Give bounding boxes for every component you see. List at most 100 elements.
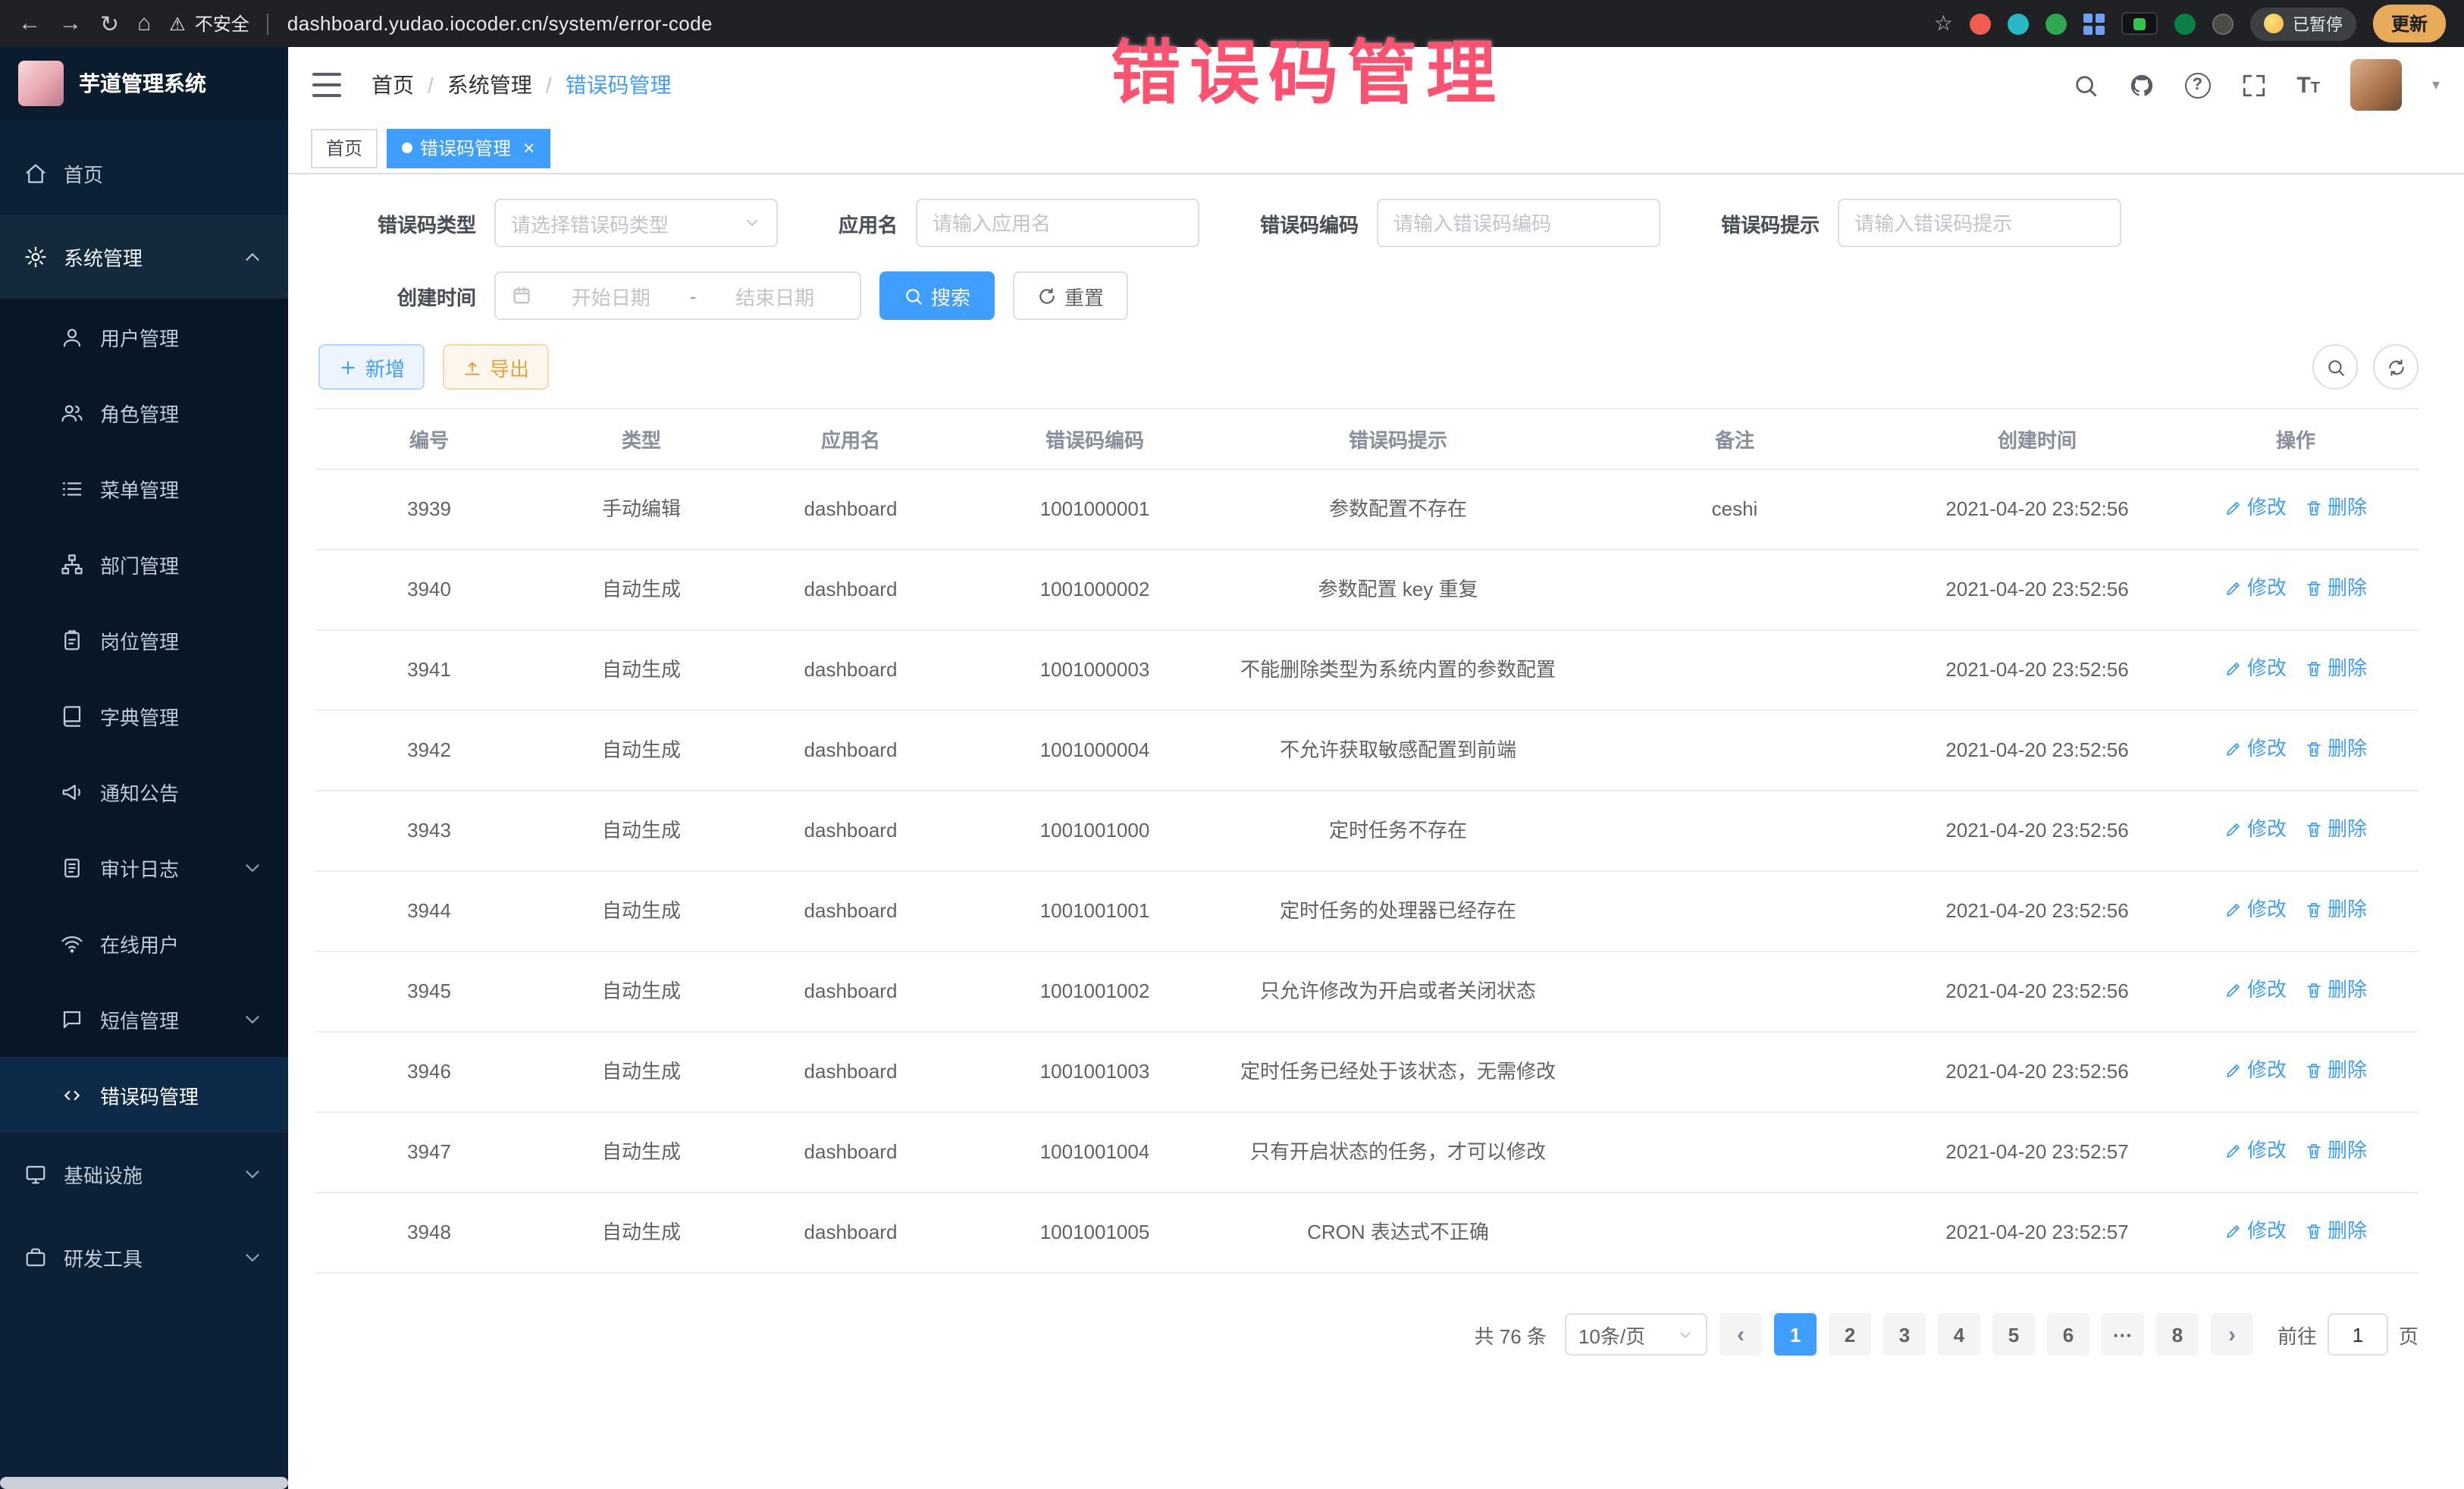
sidebar-scrollbar[interactable] [0, 1477, 288, 1489]
sidebar-item-roles[interactable]: 角色管理 [0, 375, 288, 450]
sidebar-item-audit-log[interactable]: 审计日志 [0, 829, 288, 905]
extension-badge-icon[interactable] [2121, 12, 2158, 35]
delete-link[interactable]: 删除 [2305, 895, 2367, 925]
address-bar[interactable]: dashboard.yudao.iocoder.cn/system/error-… [287, 12, 713, 35]
goto-page-input[interactable] [2328, 1313, 2388, 1356]
reload-icon[interactable]: ↻ [100, 10, 119, 37]
bookmark-star-icon[interactable]: ☆ [1934, 11, 1953, 36]
edit-link[interactable]: 修改 [2224, 814, 2287, 845]
edit-link[interactable]: 修改 [2224, 1055, 2287, 1086]
extension-icon[interactable] [2174, 13, 2196, 34]
sidebar-item-home[interactable]: 首页 [0, 132, 288, 215]
cell-id: 3947 [315, 1112, 543, 1193]
sidebar-item-dictionary[interactable]: 字典管理 [0, 678, 288, 754]
filter-label: 创建时间 [331, 281, 476, 310]
search-icon [904, 286, 923, 306]
page-button[interactable]: 1 [1774, 1313, 1817, 1356]
sidebar-item-users[interactable]: 用户管理 [0, 299, 288, 375]
pencil-icon [2224, 820, 2243, 839]
column-header: 错误码编码 [961, 409, 1228, 469]
cell-remark [1568, 791, 1901, 871]
fullscreen-icon[interactable] [2240, 72, 2266, 98]
cell-id: 3948 [315, 1193, 543, 1273]
add-button[interactable]: 新增 [318, 344, 425, 390]
error-type-select[interactable]: 请选择错误码类型 [494, 199, 778, 247]
search-button[interactable]: 搜索 [879, 271, 995, 320]
edit-link[interactable]: 修改 [2224, 573, 2287, 603]
edit-link[interactable]: 修改 [2224, 1216, 2287, 1246]
page-button[interactable]: 6 [2047, 1313, 2089, 1356]
export-button[interactable]: 导出 [443, 344, 549, 390]
error-hint-input[interactable] [1838, 199, 2121, 247]
delete-link[interactable]: 删除 [2305, 1216, 2367, 1246]
edit-link[interactable]: 修改 [2224, 734, 2287, 764]
breadcrumb-home[interactable]: 首页 [371, 70, 414, 100]
edit-link[interactable]: 修改 [2224, 1136, 2287, 1166]
sidebar-item-posts[interactable]: 岗位管理 [0, 602, 288, 678]
page-button[interactable]: 3 [1883, 1313, 1926, 1356]
delete-link[interactable]: 删除 [2305, 975, 2367, 1005]
page-button[interactable]: 5 [1992, 1313, 2035, 1356]
sidebar-item-infrastructure[interactable]: 基础设施 [0, 1133, 288, 1216]
tab-error-code[interactable]: 错误码管理 × [387, 128, 550, 168]
refresh-table-button[interactable] [2373, 344, 2419, 390]
back-icon[interactable]: ← [18, 11, 41, 36]
delete-link[interactable]: 删除 [2305, 654, 2367, 684]
reset-button[interactable]: 重置 [1013, 271, 1128, 320]
sidebar-item-system[interactable]: 系统管理 [0, 215, 288, 299]
error-code-input[interactable] [1377, 199, 1660, 247]
paused-badge[interactable]: 已暂停 [2250, 7, 2356, 40]
delete-link[interactable]: 删除 [2305, 573, 2367, 603]
date-range-picker[interactable]: 开始日期 - 结束日期 [494, 271, 861, 320]
extension-grid-icon[interactable] [2083, 13, 2105, 34]
sidebar-item-menus[interactable]: 菜单管理 [0, 450, 288, 526]
security-indicator[interactable]: ⚠ 不安全 [169, 11, 249, 36]
browser-update-button[interactable]: 更新 [2373, 5, 2446, 42]
extension-icon[interactable] [2045, 13, 2067, 34]
page-button[interactable]: 2 [1829, 1313, 1871, 1356]
search-icon[interactable] [2072, 72, 2098, 98]
edit-link[interactable]: 修改 [2224, 975, 2287, 1005]
hamburger-icon[interactable] [312, 73, 341, 97]
toggle-search-button[interactable] [2312, 344, 2358, 390]
sidebar-item-label: 通知公告 [100, 777, 179, 806]
app-name-input[interactable] [916, 199, 1199, 247]
extension-icon[interactable] [1970, 13, 1991, 34]
help-icon[interactable]: ? [2184, 72, 2210, 98]
total-count: 共 76 条 [1475, 1320, 1547, 1349]
page-button[interactable]: 8 [2156, 1313, 2199, 1356]
sidebar-item-departments[interactable]: 部门管理 [0, 526, 288, 602]
page-button[interactable]: 4 [1938, 1313, 1980, 1356]
home-nav-icon[interactable]: ⌂ [137, 11, 151, 36]
sidebar-item-notices[interactable]: 通知公告 [0, 754, 288, 829]
avatar[interactable] [2350, 59, 2402, 111]
column-header: 备注 [1568, 409, 1901, 469]
delete-link[interactable]: 删除 [2305, 493, 2367, 523]
delete-link[interactable]: 删除 [2305, 1055, 2367, 1086]
tab-home[interactable]: 首页 [311, 128, 378, 168]
close-icon[interactable]: × [523, 138, 534, 158]
sidebar-item-error-code[interactable]: 错误码管理 [0, 1057, 288, 1133]
sidebar-item-online-users[interactable]: 在线用户 [0, 905, 288, 981]
page-ellipsis[interactable]: ··· [2102, 1313, 2144, 1356]
edit-link[interactable]: 修改 [2224, 493, 2287, 523]
extension-icon[interactable] [2008, 13, 2029, 34]
github-icon[interactable] [2128, 72, 2154, 98]
prev-page-button[interactable]: ‹ [1719, 1313, 1762, 1356]
delete-link[interactable]: 删除 [2305, 1136, 2367, 1166]
error-code-table: 编号 类型 应用名 错误码编码 错误码提示 备注 创建时间 操作 3939 手动… [315, 408, 2419, 1274]
font-size-icon[interactable]: TT [2296, 72, 2320, 98]
chevron-down-icon[interactable]: ▾ [2432, 77, 2440, 93]
next-page-button[interactable]: › [2211, 1313, 2253, 1356]
sidebar-item-sms[interactable]: 短信管理 [0, 981, 288, 1057]
delete-link[interactable]: 删除 [2305, 814, 2367, 845]
page-size-select[interactable]: 10条/页 [1565, 1313, 1707, 1356]
edit-link[interactable]: 修改 [2224, 654, 2287, 684]
forward-icon[interactable]: → [59, 11, 82, 36]
delete-link[interactable]: 删除 [2305, 734, 2367, 764]
extension-icon[interactable] [2212, 13, 2234, 34]
breadcrumb-system[interactable]: 系统管理 [447, 70, 532, 100]
sidebar-item-dev-tools[interactable]: 研发工具 [0, 1216, 288, 1299]
edit-link[interactable]: 修改 [2224, 895, 2287, 925]
cell-remark [1568, 1193, 1901, 1273]
